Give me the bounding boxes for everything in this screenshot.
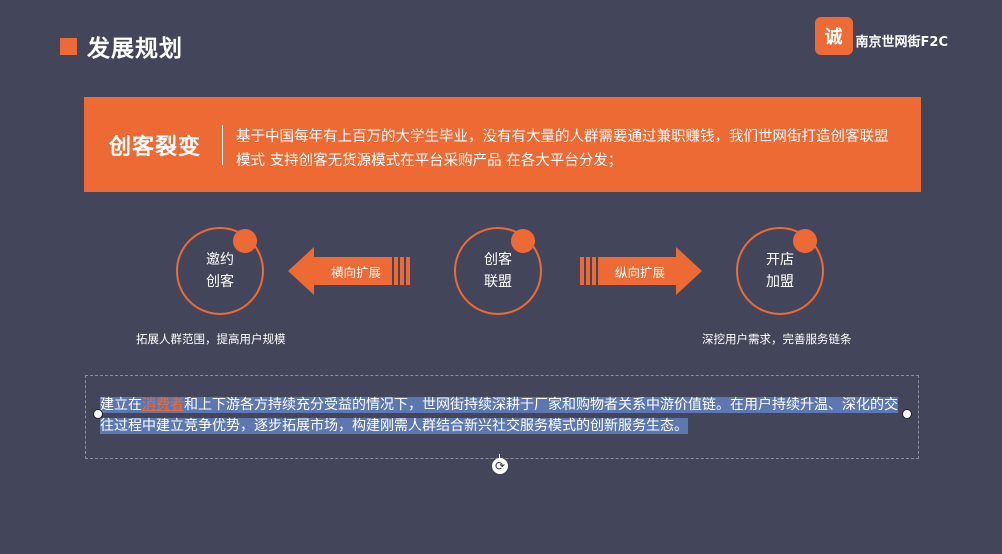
circle-left-line2: 创客 xyxy=(206,274,234,290)
slide-title[interactable]: 发展规划 xyxy=(87,29,183,63)
circle-right-line2: 加盟 xyxy=(766,274,794,290)
paragraph-text-start: 建立在 xyxy=(100,397,142,413)
text-box-left-resize-handle[interactable] xyxy=(93,409,103,419)
brand-logo: 诚 南京世网街F2C xyxy=(814,17,948,55)
right-caption[interactable]: 深挖用户需求，完善服务链条 xyxy=(702,331,852,347)
logo-mark-icon: 诚 xyxy=(814,17,853,55)
circle-right-dot-icon xyxy=(793,229,817,253)
paragraph-text-rest: 和上下游各方持续充分受益的情况下，世网街持续深耕于厂家和购物者关系中游价值链。在… xyxy=(100,397,898,434)
slide-title-group: 发展规划 xyxy=(60,30,183,62)
banner-label[interactable]: 创客裂变 xyxy=(109,97,201,192)
title-square-icon xyxy=(60,37,77,55)
left-arrow-label: 横向扩展 xyxy=(330,265,381,280)
slide-canvas[interactable]: 发展规划 诚 南京世网街F2C 创客裂变 基于中国每年有上百万的大学生毕业，没有… xyxy=(0,0,1002,554)
circle-center-dot-icon xyxy=(511,229,535,253)
banner-description[interactable]: 基于中国每年有上百万的大学生毕业，没有有大量的人群需要通过兼职赚钱，我们世网街打… xyxy=(236,125,896,173)
text-box-right-resize-handle[interactable] xyxy=(902,409,912,419)
banner-box[interactable]: 创客裂变 基于中国每年有上百万的大学生毕业，没有有大量的人群需要通过兼职赚钱，我… xyxy=(84,97,921,192)
paragraph-highlight-word: 消费者 xyxy=(142,397,184,413)
left-caption[interactable]: 拓展人群范围，提高用户规模 xyxy=(136,331,286,347)
circle-center-line2: 联盟 xyxy=(484,274,512,290)
right-arrow-label: 纵向扩展 xyxy=(614,265,665,280)
logo-brand-text: 南京世网街F2C xyxy=(855,34,948,50)
text-box-paragraph[interactable]: 建立在消费者和上下游各方持续充分受益的情况下，世网街持续深耕于厂家和购物者关系中… xyxy=(100,395,908,437)
rotate-handle-icon[interactable]: ⟳ xyxy=(492,458,508,474)
circle-left-dot-icon xyxy=(233,229,257,253)
banner-divider xyxy=(222,125,223,165)
